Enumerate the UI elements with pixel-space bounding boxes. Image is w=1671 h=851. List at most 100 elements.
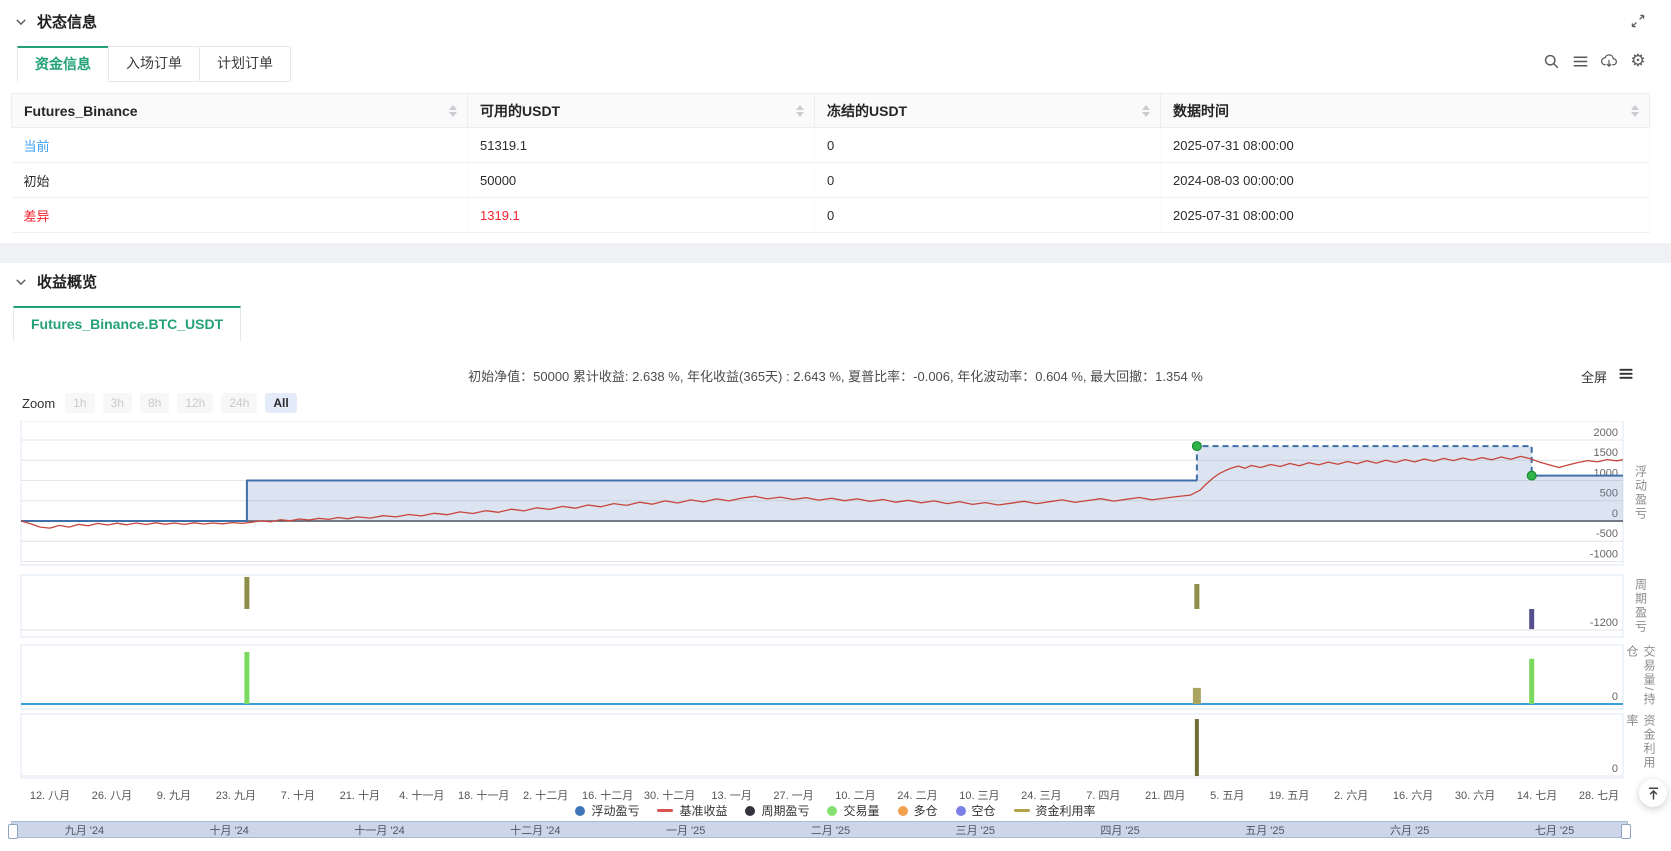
cell: 0 (814, 127, 1161, 163)
status-tab-2[interactable]: 入场订单 (108, 46, 200, 82)
panel-frame-4 (20, 713, 1624, 779)
chart-fullscreen-button[interactable]: 全屏 (1581, 367, 1607, 386)
zoom-option-24h[interactable]: 24h (221, 393, 258, 413)
zoom-option-3h[interactable]: 3h (102, 393, 132, 413)
column-header-2[interactable]: 可用的USDT (467, 93, 815, 128)
legend-dot-marker (827, 805, 838, 816)
column-label: 冻结的USDT (827, 102, 908, 119)
column-header-3[interactable]: 冻结的USDT (814, 93, 1161, 128)
x-tick-label: 28. 七月 (1578, 790, 1620, 802)
x-tick-label: 21. 四月 (1145, 790, 1186, 802)
legend-label: 资金利用率 (1035, 804, 1096, 818)
zoom-option-All[interactable]: All (265, 393, 297, 413)
zoom-option-8h[interactable]: 8h (139, 393, 170, 413)
x-tick-label: 14. 七月 (1516, 790, 1558, 802)
x-tick-label: 16. 六月 (1392, 790, 1434, 802)
fullscreen-icon[interactable] (1630, 13, 1646, 29)
column-label: Futures_Binance (24, 102, 138, 119)
zoom-option-12h[interactable]: 12h (177, 393, 214, 413)
x-tick-label: 18. 十一月 (458, 790, 510, 802)
legend-item-基准收益[interactable]: 基准收益 (657, 802, 727, 819)
legend-item-多仓[interactable]: 多仓 (897, 802, 938, 819)
x-tick-label: 10. 三月 (959, 790, 1000, 802)
x-tick-label: 2. 十二月 (523, 790, 569, 802)
legend-item-资金利用率[interactable]: 资金利用率 (1013, 802, 1096, 819)
sort-desc-caret (1142, 111, 1150, 117)
row-label-cell: 差异 (11, 197, 468, 233)
navigator-month-label: 五月 '25 (1245, 824, 1285, 837)
menu-icon[interactable] (1571, 52, 1589, 70)
event-marker (1526, 470, 1537, 481)
navigator-month-label: 七月 '25 (1534, 824, 1575, 837)
event-marker (1191, 441, 1202, 452)
sort-icon[interactable] (1142, 104, 1150, 117)
x-tick-label: 5. 五月 (1210, 790, 1245, 802)
status-tab-3[interactable]: 计划订单 (199, 46, 291, 82)
back-to-top-button[interactable] (1639, 779, 1667, 807)
chart-legend: 浮动盈亏 基准收益 周期盈亏 交易量 多仓 空仓 资金利用率 (0, 802, 1671, 819)
zoom-buttons: 1h 3h 8h 12h 24h All (65, 393, 297, 413)
x-tick-label: 10. 二月 (835, 790, 876, 802)
collapse-profit-icon[interactable] (14, 275, 28, 289)
cell-value: 50000 (480, 172, 517, 188)
column-header-1[interactable]: Futures_Binance (11, 93, 468, 128)
navigator-month-label: 十二月 '24 (510, 824, 561, 837)
cell: 2024-08-03 00:00:00 (1160, 162, 1650, 198)
status-tab-1[interactable]: 资金信息 (17, 46, 109, 82)
tab-symbol[interactable]: Futures_Binance.BTC_USDT (13, 306, 242, 342)
x-tick-label: 24. 二月 (897, 790, 938, 802)
navigator-right-handle[interactable] (1621, 824, 1631, 839)
navigator-month-label: 一月 '25 (665, 824, 706, 837)
sort-icon[interactable] (449, 104, 457, 117)
y-axis-label: 0 (1612, 763, 1618, 775)
sort-desc-caret (449, 111, 457, 117)
zoom-option-1h[interactable]: 1h (65, 393, 95, 413)
bar (1194, 719, 1199, 777)
sort-desc-caret (796, 111, 804, 117)
bar (244, 576, 250, 610)
collapse-status-icon[interactable] (14, 15, 28, 29)
legend-label: 多仓 (913, 804, 938, 818)
panel-frame-3 (20, 644, 1624, 710)
sort-asc-caret (1142, 104, 1150, 110)
cell: 0 (814, 162, 1161, 198)
column-header-inner: 数据时间 (1161, 101, 1649, 121)
row-label: 差异 (23, 208, 50, 224)
row-label-cell: 初始 (11, 162, 468, 198)
legend-label: 交易量 (843, 804, 880, 818)
cell-value: 2025-07-31 08:00:00 (1173, 137, 1294, 153)
y-axis-label: -1200 (1590, 617, 1618, 629)
sort-icon[interactable] (1631, 104, 1639, 117)
bar (1529, 609, 1535, 630)
navigator-month-label: 九月 '24 (64, 824, 105, 837)
legend-dot-marker (897, 805, 908, 816)
navigator-month-label: 六月 '25 (1390, 824, 1430, 837)
legend-item-周期盈亏[interactable]: 周期盈亏 (745, 802, 809, 819)
navigator-month-label: 十月 '24 (209, 824, 249, 837)
legend-item-交易量[interactable]: 交易量 (827, 802, 880, 819)
cell: 2025-07-31 08:00:00 (1160, 197, 1650, 233)
settings-gear-icon[interactable]: ⚙ (1629, 52, 1647, 70)
cloud-download-icon[interactable] (1600, 52, 1618, 70)
x-tick-label: 30. 六月 (1454, 790, 1496, 802)
navigator-left-handle[interactable] (8, 824, 18, 839)
x-tick-label: 7. 十月 (280, 790, 315, 802)
cell-value: 0 (827, 137, 835, 153)
x-tick-label: 4. 十一月 (399, 790, 445, 802)
legend-item-空仓[interactable]: 空仓 (955, 802, 996, 819)
sort-icon[interactable] (796, 104, 804, 117)
row-label[interactable]: 当前 (24, 139, 50, 154)
chart-menu-icon[interactable] (1618, 365, 1634, 381)
profit-section-header: 收益概览 (14, 271, 97, 292)
chart-navigator[interactable]: 九月 '24 十月 '24 十一月 '24 十二月 '24 一月 '25 二月 '25 三月… (8, 821, 1631, 839)
column-header-4[interactable]: 数据时间 (1160, 93, 1650, 128)
x-tick-label: 7. 四月 (1086, 790, 1121, 802)
bar (1194, 583, 1200, 610)
panel-axis-title-2: 周期盈亏 (1633, 578, 1648, 634)
table-row: 当前 51319.1 0 2025-07-31 08:00:00 (11, 127, 1650, 163)
x-tick-label: 26. 八月 (91, 790, 133, 802)
search-icon[interactable] (1542, 52, 1560, 70)
sort-asc-caret (1631, 104, 1639, 110)
legend-dot-marker (575, 805, 586, 816)
legend-item-浮动盈亏[interactable]: 浮动盈亏 (575, 802, 639, 819)
